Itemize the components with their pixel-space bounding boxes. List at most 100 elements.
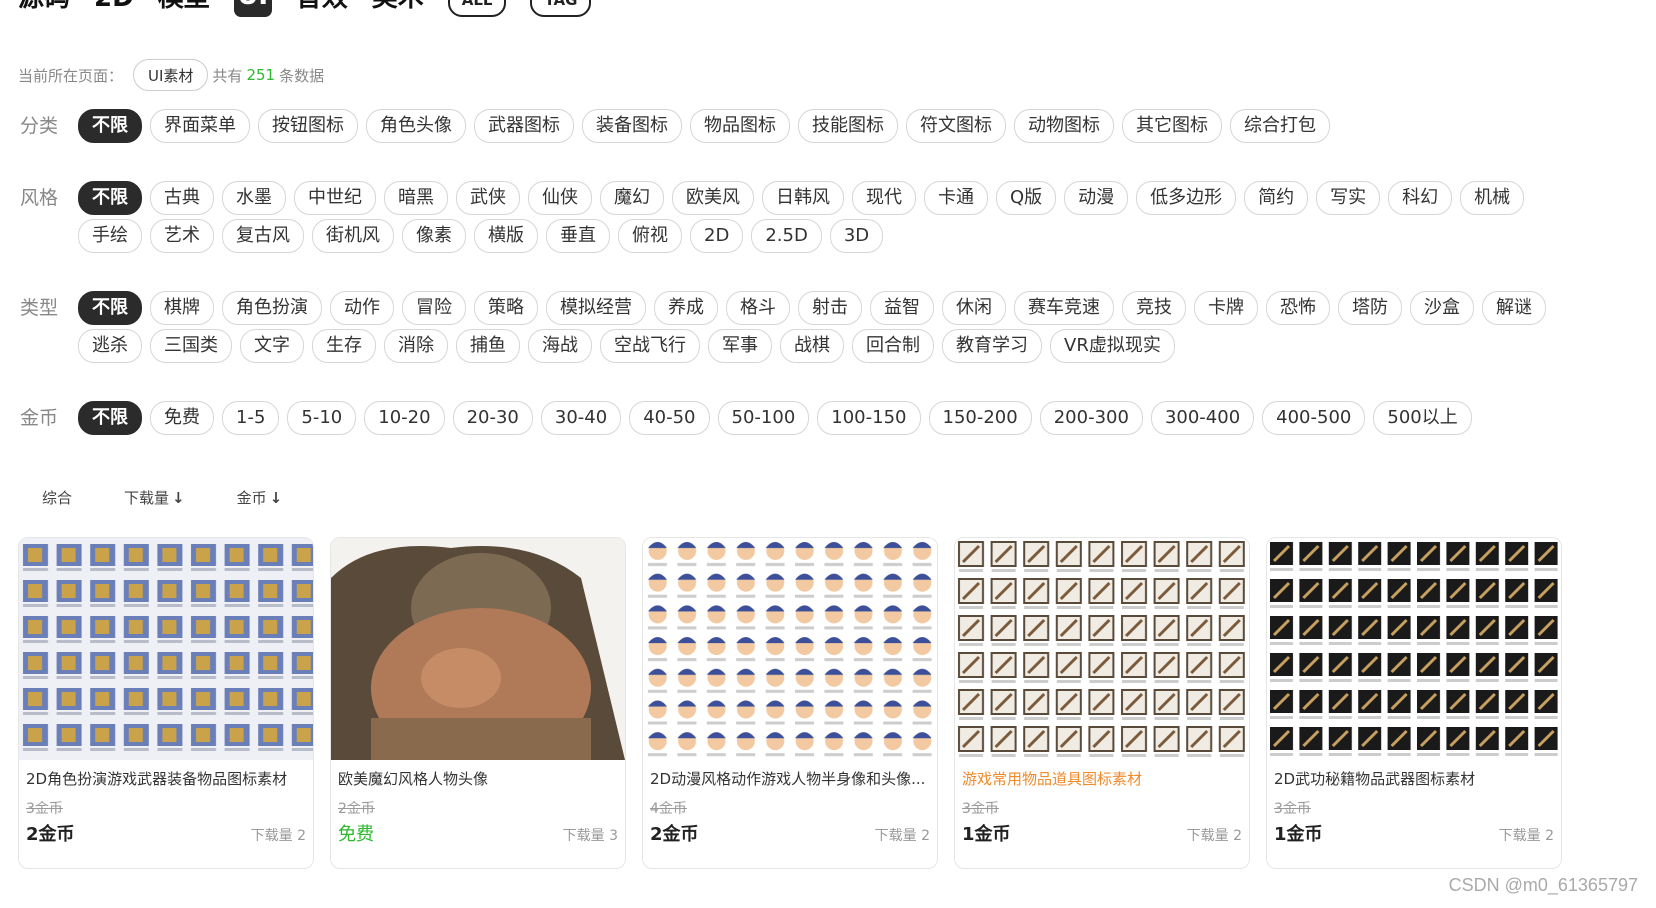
filter-chip[interactable]: 2D <box>690 219 744 253</box>
filter-chip[interactable]: 仙侠 <box>528 181 592 215</box>
filter-chip[interactable]: 捕鱼 <box>456 329 520 363</box>
filter-chip[interactable]: 武侠 <box>456 181 520 215</box>
filter-chip[interactable]: 现代 <box>852 181 916 215</box>
filter-chip[interactable]: 动作 <box>330 291 394 325</box>
filter-chip[interactable]: 20-30 <box>452 401 533 435</box>
card-title[interactable]: 2D武功秘籍物品武器图标素材 <box>1267 760 1561 790</box>
filter-chip[interactable]: 街机风 <box>312 219 394 253</box>
filter-chip-active[interactable]: 不限 <box>78 181 142 215</box>
filter-chip[interactable]: 动物图标 <box>1014 109 1114 143</box>
filter-chip[interactable]: 益智 <box>870 291 934 325</box>
nav-item-audio[interactable]: 音效 <box>296 0 348 16</box>
filter-chip[interactable]: 角色扮演 <box>222 291 322 325</box>
filter-chip[interactable]: 物品图标 <box>690 109 790 143</box>
nav-item-source[interactable]: 源码 <box>18 0 70 16</box>
filter-chip[interactable]: 角色头像 <box>366 109 466 143</box>
filter-chip[interactable]: 卡牌 <box>1194 291 1258 325</box>
card-title[interactable]: 2D动漫风格动作游戏人物半身像和头像... <box>643 760 937 790</box>
nav-item-ui-active[interactable]: UI <box>233 0 272 17</box>
filter-chip[interactable]: 日韩风 <box>762 181 844 215</box>
filter-chip[interactable]: 沙盒 <box>1410 291 1474 325</box>
filter-chip[interactable]: 赛车竞速 <box>1014 291 1114 325</box>
filter-chip[interactable]: 中世纪 <box>294 181 376 215</box>
sort-downloads[interactable]: 下载量 ↓ <box>124 484 185 512</box>
thumbnail-image[interactable] <box>1267 538 1561 760</box>
card-title[interactable]: 欧美魔幻风格人物头像 <box>331 760 625 790</box>
filter-chip[interactable]: 文字 <box>240 329 304 363</box>
filter-chip[interactable]: 竞技 <box>1122 291 1186 325</box>
filter-chip[interactable]: 三国类 <box>150 329 232 363</box>
filter-chip[interactable]: 300-400 <box>1150 401 1255 435</box>
filter-chip[interactable]: 界面菜单 <box>150 109 250 143</box>
filter-chip[interactable]: 水墨 <box>222 181 286 215</box>
filter-chip-active[interactable]: 不限 <box>78 291 142 325</box>
filter-chip[interactable]: 海战 <box>528 329 592 363</box>
filter-chip[interactable]: 10-20 <box>364 401 445 435</box>
sort-coins[interactable]: 金币 ↓ <box>237 484 283 512</box>
nav-item-model[interactable]: 模型 <box>158 0 210 16</box>
nav-item-tag[interactable]: TAG <box>530 0 592 17</box>
filter-chip[interactable]: 100-150 <box>817 401 921 435</box>
filter-chip[interactable]: 俯视 <box>618 219 682 253</box>
filter-chip[interactable]: 综合打包 <box>1230 109 1330 143</box>
filter-chip[interactable]: 写实 <box>1316 181 1381 215</box>
filter-chip-active[interactable]: 不限 <box>78 401 142 435</box>
filter-chip[interactable]: 古典 <box>150 181 214 215</box>
filter-chip[interactable]: 格斗 <box>726 291 790 325</box>
filter-chip[interactable]: 1-5 <box>222 401 280 435</box>
filter-chip[interactable]: 2.5D <box>751 219 822 253</box>
filter-chip[interactable]: 生存 <box>312 329 376 363</box>
filter-chip[interactable]: 150-200 <box>928 401 1032 435</box>
filter-chip[interactable]: 策略 <box>474 291 538 325</box>
filter-chip[interactable]: 垂直 <box>546 219 610 253</box>
filter-chip[interactable]: VR虚拟现实 <box>1050 329 1175 363</box>
filter-chip[interactable]: 射击 <box>798 291 862 325</box>
thumbnail-image[interactable] <box>643 538 937 760</box>
filter-chip[interactable]: Q版 <box>996 181 1057 215</box>
resource-card[interactable]: 游戏常用物品道具图标素材 3金币 1金币 下载量 2 <box>954 537 1250 869</box>
filter-chip[interactable]: 模拟经营 <box>546 291 646 325</box>
sort-overall[interactable]: 综合 <box>42 484 72 512</box>
filter-chip[interactable]: 科幻 <box>1388 181 1453 215</box>
filter-chip[interactable]: 复古风 <box>222 219 304 253</box>
filter-chip[interactable]: 手绘 <box>78 219 142 253</box>
nav-item-all[interactable]: ALL <box>447 0 507 17</box>
resource-card[interactable]: 2D角色扮演游戏武器装备物品图标素材 3金币 2金币 下载量 2 <box>18 537 314 869</box>
filter-chip[interactable]: 符文图标 <box>906 109 1006 143</box>
filter-chip[interactable]: 养成 <box>654 291 718 325</box>
filter-chip[interactable]: 装备图标 <box>582 109 682 143</box>
filter-chip[interactable]: 200-300 <box>1039 401 1143 435</box>
filter-chip[interactable]: 教育学习 <box>942 329 1042 363</box>
nav-item-2d[interactable]: 2D <box>94 0 134 16</box>
filter-chip[interactable]: 技能图标 <box>798 109 898 143</box>
filter-chip[interactable]: 空战飞行 <box>600 329 700 363</box>
resource-card[interactable]: 2D武功秘籍物品武器图标素材 3金币 1金币 下载量 2 <box>1266 537 1562 869</box>
filter-chip[interactable]: 500以上 <box>1373 401 1472 435</box>
thumbnail-image[interactable] <box>19 538 313 760</box>
filter-chip[interactable]: 像素 <box>402 219 466 253</box>
filter-chip[interactable]: 卡通 <box>924 181 988 215</box>
filter-chip[interactable]: 简约 <box>1244 181 1309 215</box>
filter-chip[interactable]: 回合制 <box>852 329 934 363</box>
filter-chip-active[interactable]: 不限 <box>78 109 142 143</box>
resource-card[interactable]: 2D动漫风格动作游戏人物半身像和头像... 4金币 2金币 下载量 2 <box>642 537 938 869</box>
filter-chip[interactable]: 塔防 <box>1338 291 1402 325</box>
filter-chip[interactable]: 动漫 <box>1064 181 1129 215</box>
filter-chip[interactable]: 暗黑 <box>384 181 448 215</box>
filter-chip[interactable]: 冒险 <box>402 291 466 325</box>
filter-chip[interactable]: 400-500 <box>1262 401 1366 435</box>
filter-chip[interactable]: 按钮图标 <box>258 109 358 143</box>
card-title[interactable]: 2D角色扮演游戏武器装备物品图标素材 <box>19 760 313 790</box>
filter-chip[interactable]: 魔幻 <box>600 181 664 215</box>
thumbnail-image[interactable] <box>331 538 625 760</box>
filter-chip[interactable]: 5-10 <box>287 401 357 435</box>
filter-chip[interactable]: 40-50 <box>629 401 710 435</box>
filter-chip[interactable]: 艺术 <box>150 219 214 253</box>
filter-chip[interactable]: 军事 <box>708 329 772 363</box>
filter-chip[interactable]: 30-40 <box>540 401 622 435</box>
thumbnail-image[interactable] <box>955 538 1249 760</box>
filter-chip[interactable]: 恐怖 <box>1266 291 1330 325</box>
nav-item-art[interactable]: 美术 <box>372 0 424 16</box>
filter-chip[interactable]: 战棋 <box>780 329 844 363</box>
filter-chip[interactable]: 其它图标 <box>1122 109 1222 143</box>
